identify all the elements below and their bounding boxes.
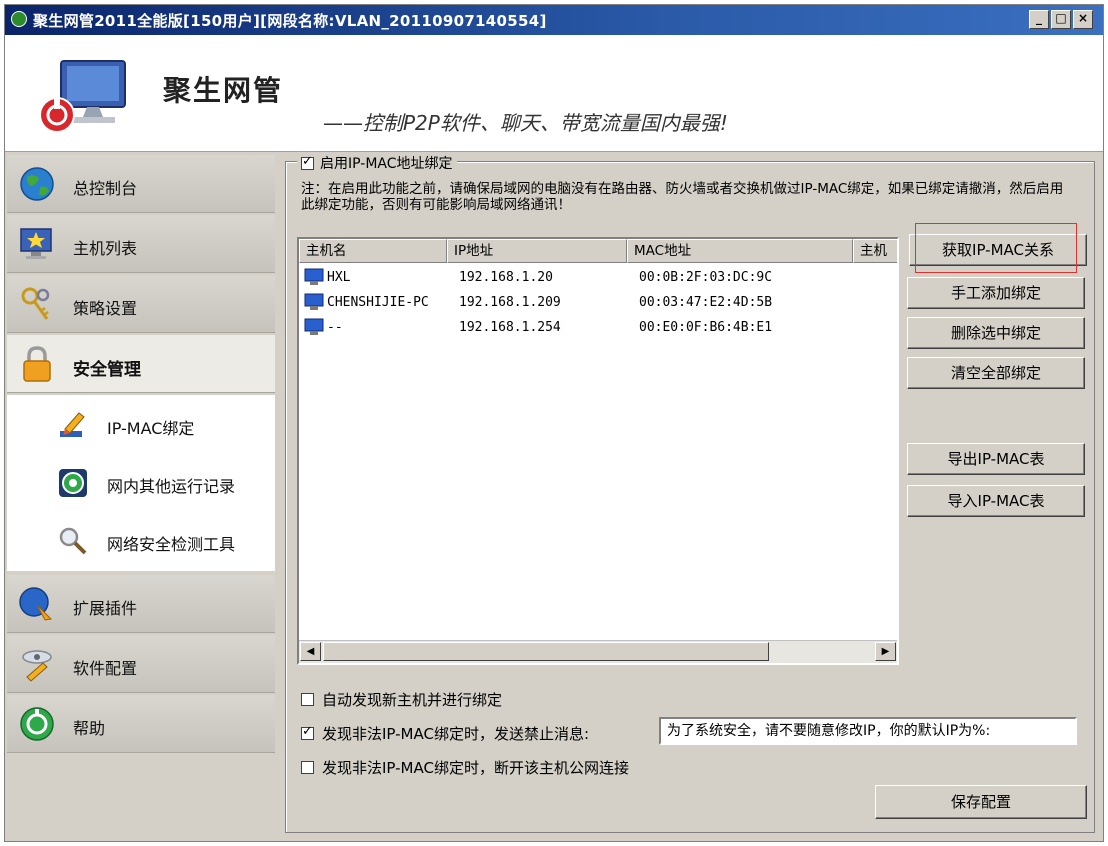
column-header-mac[interactable]: MAC地址 [627, 239, 853, 263]
disconnect-checkbox[interactable] [301, 761, 314, 774]
computer-icon [304, 318, 324, 335]
table-row[interactable]: -- 192.168.1.254 00:E0:0F:B6:4B:E1 [299, 315, 897, 340]
magnifier-icon [59, 527, 87, 555]
send-message-option[interactable]: 发现非法IP-MAC绑定时，发送禁止消息: [301, 723, 589, 744]
export-ip-mac-button[interactable]: 导出IP-MAC表 [907, 443, 1085, 475]
disconnect-option[interactable]: 发现非法IP-MAC绑定时，断开该主机公网连接 [301, 757, 629, 778]
sidebar-item-label: 安全管理 [73, 360, 141, 380]
sidebar-item-console[interactable]: 总控制台 [7, 155, 275, 213]
import-ip-mac-button[interactable]: 导入IP-MAC表 [907, 485, 1085, 517]
minimize-button[interactable]: _ [1029, 10, 1049, 29]
sidebar-item-label: 策略设置 [73, 299, 138, 318]
row-mac: 00:E0:0F:B6:4B:E1 [639, 320, 773, 335]
scroll-left-button[interactable]: ◀ [300, 642, 321, 661]
sidebar-item-policy[interactable]: 策略设置 [7, 275, 275, 333]
auto-discover-option[interactable]: 自动发现新主机并进行绑定 [301, 689, 502, 710]
plugin-icon [19, 587, 53, 621]
sidebar-item-software-config[interactable]: 软件配置 [7, 635, 275, 693]
brand-name: 聚生网管 [163, 74, 284, 107]
binding-list[interactable]: 主机名 IP地址 MAC地址 主机 HXL 192.168.1.20 00:0B… [297, 237, 899, 665]
auto-discover-label: 自动发现新主机并进行绑定 [322, 691, 503, 709]
highlight-frame [915, 223, 1077, 273]
horizontal-scrollbar[interactable]: ◀ ▶ [299, 640, 897, 663]
security-submenu: IP-MAC绑定 网内其他运行记录 网络安全检测工具 [7, 395, 275, 571]
sidebar: 总控制台 主机列表 策略设置 安全管理 IP-MAC绑定 网内其他运行记录 网络… [7, 155, 275, 753]
scroll-right-button[interactable]: ▶ [875, 642, 896, 661]
sidebar-item-label: 帮助 [73, 719, 106, 738]
close-button[interactable]: × [1073, 10, 1093, 29]
header-banner: 聚生网管 ——控制P2P软件、聊天、带宽流量国内最强! [5, 35, 1103, 152]
binding-note: 注：在启用此功能之前，请确保局域网的电脑没有在路由器、防火墙或者交换机做过IP-… [301, 181, 1064, 213]
config-icon [22, 650, 52, 682]
submenu-item-security-tools[interactable]: 网络安全检测工具 [7, 513, 275, 569]
row-mac: 00:0B:2F:03:DC:9C [639, 270, 773, 285]
column-header-host[interactable]: 主机 [853, 239, 897, 263]
send-message-checkbox[interactable] [301, 724, 314, 740]
send-message-label: 发现非法IP-MAC绑定时，发送禁止消息: [322, 725, 590, 743]
auto-discover-checkbox[interactable] [301, 693, 314, 706]
column-header-ip[interactable]: IP地址 [447, 239, 627, 263]
app-icon [11, 11, 27, 27]
save-config-button[interactable]: 保存配置 [875, 785, 1087, 819]
main-window: 聚生网管2011全能版[150用户][网段名称:VLAN_20110907140… [4, 4, 1104, 842]
lock-icon [23, 346, 51, 382]
sidebar-item-label: 主机列表 [73, 239, 138, 258]
sidebar-item-host-list[interactable]: 主机列表 [7, 215, 275, 273]
row-ip: 192.168.1.209 [459, 295, 561, 310]
enable-binding-label: 启用IP-MAC地址绑定 [320, 156, 453, 172]
submenu-item-label: 网内其他运行记录 [107, 477, 236, 496]
ban-message-input[interactable]: 为了系统安全，请不要随意修改IP，你的默认IP为%: [659, 717, 1077, 745]
brand-slogan: ——控制P2P软件、聊天、带宽流量国内最强! [323, 111, 728, 135]
row-mac: 00:03:47:E2:4D:5B [639, 295, 773, 310]
computer-icon [304, 293, 324, 310]
row-ip: 192.168.1.254 [459, 320, 561, 335]
enable-binding-checkbox[interactable]: 启用IP-MAC地址绑定 [297, 153, 457, 173]
submenu-item-run-records[interactable]: 网内其他运行记录 [7, 455, 275, 511]
window-title: 聚生网管2011全能版[150用户][网段名称:VLAN_20110907140… [33, 12, 547, 30]
title-bar: 聚生网管2011全能版[150用户][网段名称:VLAN_20110907140… [5, 5, 1103, 35]
help-icon [20, 707, 54, 741]
enable-binding-check[interactable] [301, 154, 314, 170]
globe-icon [20, 167, 54, 201]
sidebar-item-security[interactable]: 安全管理 [7, 335, 275, 393]
disconnect-label: 发现非法IP-MAC绑定时，断开该主机公网连接 [322, 759, 629, 777]
sidebar-item-label: 扩展插件 [73, 599, 138, 618]
table-row[interactable]: CHENSHIJIE-PC 192.168.1.209 00:03:47:E2:… [299, 290, 897, 315]
row-hostname: -- [327, 320, 343, 335]
submenu-item-label: IP-MAC绑定 [107, 419, 195, 438]
sidebar-item-label: 软件配置 [73, 659, 138, 678]
delete-selected-binding-button[interactable]: 删除选中绑定 [907, 317, 1085, 349]
sidebar-item-help[interactable]: 帮助 [7, 695, 275, 753]
pencil-icon [60, 412, 85, 437]
row-hostname: HXL [327, 270, 351, 285]
sidebar-item-label: 总控制台 [73, 179, 138, 198]
computer-icon [304, 268, 324, 285]
monitor-star-icon [20, 228, 52, 259]
submenu-item-label: 网络安全检测工具 [107, 535, 236, 554]
clear-all-bindings-button[interactable]: 清空全部绑定 [907, 357, 1085, 389]
submenu-item-ip-mac-binding[interactable]: IP-MAC绑定 [7, 397, 275, 453]
sidebar-item-plugins[interactable]: 扩展插件 [7, 575, 275, 633]
monitor-logo-icon [39, 60, 126, 133]
table-row[interactable]: HXL 192.168.1.20 00:0B:2F:03:DC:9C [299, 265, 897, 290]
maximize-button[interactable]: □ [1051, 10, 1071, 29]
row-ip: 192.168.1.20 [459, 270, 553, 285]
manual-add-binding-button[interactable]: 手工添加绑定 [907, 277, 1085, 309]
row-hostname: CHENSHIJIE-PC [327, 295, 429, 310]
record-icon [59, 469, 87, 497]
column-header-hostname[interactable]: 主机名 [299, 239, 447, 263]
keys-icon [21, 287, 50, 320]
scroll-thumb[interactable] [323, 642, 769, 661]
list-header: 主机名 IP地址 MAC地址 主机 [299, 239, 897, 263]
